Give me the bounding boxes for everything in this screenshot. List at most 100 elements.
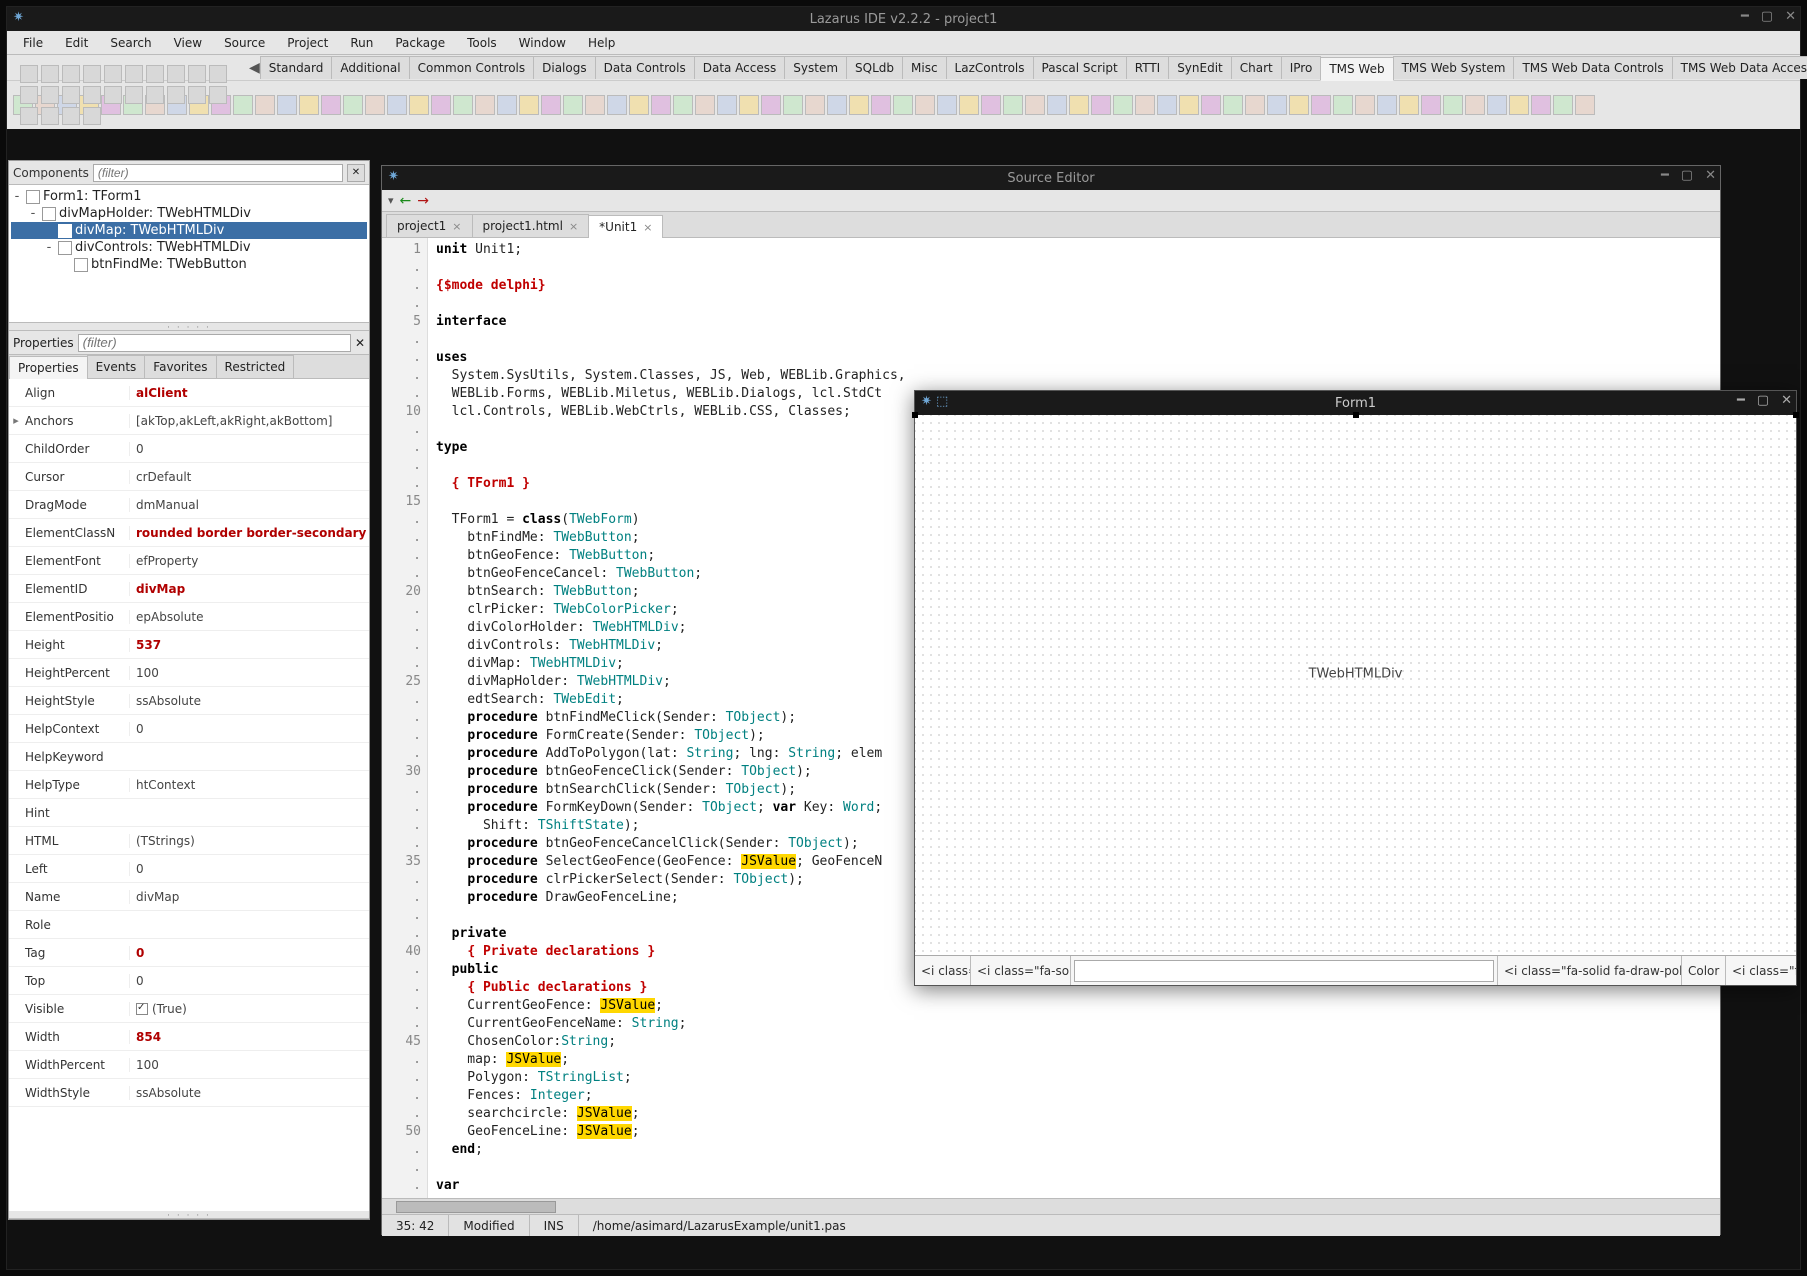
palette-component-65[interactable] (1443, 95, 1463, 115)
toolbar-button-7[interactable] (167, 65, 185, 83)
palette-tab-common-controls[interactable]: Common Controls (409, 56, 535, 79)
property-value[interactable]: epAbsolute (129, 610, 369, 624)
form-seg-3[interactable]: <i class="fa-solid fa-draw-poly (1498, 956, 1682, 985)
palette-component-33[interactable] (739, 95, 759, 115)
palette-component-63[interactable] (1399, 95, 1419, 115)
form-minimize-icon[interactable]: ━ (1737, 393, 1745, 408)
palette-tab-additional[interactable]: Additional (331, 56, 409, 79)
src-maximize-icon[interactable]: ▢ (1681, 168, 1693, 183)
palette-component-71[interactable] (1575, 95, 1595, 115)
toolbar-button-22[interactable] (62, 107, 80, 125)
property-row[interactable]: ElementClassNrounded border border-secon… (9, 519, 369, 547)
property-value[interactable]: htContext (129, 778, 369, 792)
palette-component-21[interactable] (475, 95, 495, 115)
tree-node[interactable]: -divControls: TWebHTMLDiv (11, 239, 367, 256)
property-value[interactable]: divMap (129, 890, 369, 904)
toolbar-button-12[interactable] (62, 86, 80, 104)
menu-package[interactable]: Package (385, 33, 455, 53)
palette-component-19[interactable] (431, 95, 451, 115)
palette-component-48[interactable] (1069, 95, 1089, 115)
palette-component-45[interactable] (1003, 95, 1023, 115)
property-value[interactable]: rounded border border-secondary ov (129, 526, 369, 540)
palette-component-16[interactable] (365, 95, 385, 115)
toolbar-button-1[interactable] (41, 65, 59, 83)
property-row[interactable]: ElementIDdivMap (9, 575, 369, 603)
menu-search[interactable]: Search (100, 33, 161, 53)
toolbar-button-23[interactable] (83, 107, 101, 125)
src-tab-project1-html[interactable]: project1.html × (472, 214, 590, 237)
form-seg-0[interactable]: <i class= (915, 956, 971, 985)
close-icon[interactable]: ✕ (1785, 9, 1796, 24)
property-row[interactable]: Top0 (9, 967, 369, 995)
components-filter-input[interactable] (93, 164, 343, 182)
palette-component-46[interactable] (1025, 95, 1045, 115)
menu-run[interactable]: Run (340, 33, 383, 53)
tree-node[interactable]: -divMapHolder: TWebHTMLDiv (11, 205, 367, 222)
palette-tab-lazcontrols[interactable]: LazControls (946, 56, 1034, 79)
property-value[interactable]: divMap (129, 582, 369, 596)
property-row[interactable]: WidthStylessAbsolute (9, 1079, 369, 1107)
property-value[interactable]: efProperty (129, 554, 369, 568)
toolbar-button-18[interactable] (188, 86, 206, 104)
property-value[interactable]: 0 (129, 946, 369, 960)
tree-node[interactable]: -Form1: TForm1 (11, 188, 367, 205)
tree-toggle-icon[interactable] (43, 223, 55, 238)
palette-component-56[interactable] (1245, 95, 1265, 115)
palette-component-12[interactable] (277, 95, 297, 115)
property-row[interactable]: Height537 (9, 631, 369, 659)
property-row[interactable]: HTML(TStrings) (9, 827, 369, 855)
palette-component-59[interactable] (1311, 95, 1331, 115)
palette-component-67[interactable] (1487, 95, 1507, 115)
palette-tab-tms-web[interactable]: TMS Web (1320, 57, 1393, 81)
palette-tab-ipro[interactable]: IPro (1281, 56, 1322, 79)
menu-tools[interactable]: Tools (457, 33, 507, 53)
toolbar-button-9[interactable] (209, 65, 227, 83)
toolbar-button-0[interactable] (20, 65, 38, 83)
palette-component-34[interactable] (761, 95, 781, 115)
property-row[interactable]: Visible(True) (9, 995, 369, 1023)
prop-tab-events[interactable]: Events (87, 355, 146, 378)
toolbar-button-16[interactable] (146, 86, 164, 104)
toolbar-button-3[interactable] (83, 65, 101, 83)
palette-component-11[interactable] (255, 95, 275, 115)
toolbar-button-5[interactable] (125, 65, 143, 83)
palette-component-35[interactable] (783, 95, 803, 115)
palette-tab-data-access[interactable]: Data Access (694, 56, 786, 79)
property-row[interactable]: Tag0 (9, 939, 369, 967)
palette-tab-standard[interactable]: Standard (260, 56, 333, 79)
property-row[interactable]: AlignalClient (9, 379, 369, 407)
palette-component-32[interactable] (717, 95, 737, 115)
property-value[interactable]: 854 (129, 1030, 369, 1044)
toolbar-button-4[interactable] (104, 65, 122, 83)
src-tab-unit1[interactable]: *Unit1 × (588, 215, 663, 238)
palette-component-36[interactable] (805, 95, 825, 115)
property-value[interactable]: 0 (129, 974, 369, 988)
palette-component-64[interactable] (1421, 95, 1441, 115)
maximize-icon[interactable]: ▢ (1761, 9, 1773, 24)
property-row[interactable]: HeightPercent100 (9, 659, 369, 687)
form-seg-4[interactable]: Color (1682, 956, 1726, 985)
property-row[interactable]: HelpContext0 (9, 715, 369, 743)
palette-component-17[interactable] (387, 95, 407, 115)
menu-file[interactable]: File (13, 33, 53, 53)
menu-view[interactable]: View (164, 33, 212, 53)
form-maximize-icon[interactable]: ▢ (1757, 393, 1769, 408)
menu-project[interactable]: Project (277, 33, 338, 53)
property-row[interactable]: HelpTypehtContext (9, 771, 369, 799)
palette-scroll-left-icon[interactable]: ◀ (249, 55, 260, 81)
splitter-bottom[interactable]: · · · · · (9, 1211, 369, 1219)
palette-component-44[interactable] (981, 95, 1001, 115)
palette-component-40[interactable] (893, 95, 913, 115)
minimize-icon[interactable]: ━ (1741, 9, 1749, 24)
property-row[interactable]: DragModedmManual (9, 491, 369, 519)
horizontal-scrollbar[interactable] (382, 1198, 1720, 1214)
property-value[interactable]: crDefault (129, 470, 369, 484)
property-row[interactable]: CursorcrDefault (9, 463, 369, 491)
palette-component-37[interactable] (827, 95, 847, 115)
tree-node[interactable]: btnFindMe: TWebButton (11, 256, 367, 273)
property-value[interactable]: 0 (129, 442, 369, 456)
toolbar-button-19[interactable] (209, 86, 227, 104)
property-row[interactable]: Role (9, 911, 369, 939)
tree-node[interactable]: divMap: TWebHTMLDiv (11, 222, 367, 239)
palette-component-20[interactable] (453, 95, 473, 115)
